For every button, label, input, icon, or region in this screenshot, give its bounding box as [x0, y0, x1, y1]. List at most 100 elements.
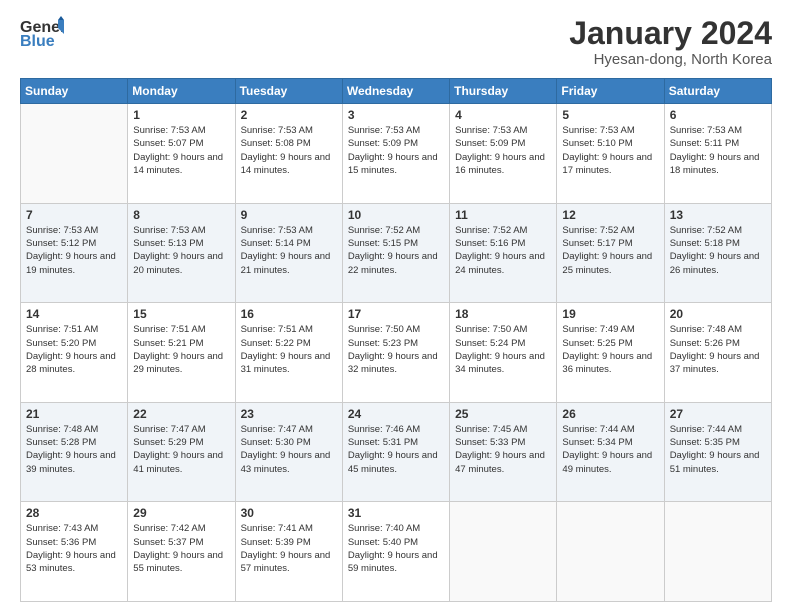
sunrise-time: Sunrise: 7:41 AM: [241, 523, 313, 534]
logo: General Blue: [20, 16, 64, 57]
day-number: 24: [348, 407, 444, 421]
day-info: Sunrise: 7:40 AM Sunset: 5:40 PM Dayligh…: [348, 522, 444, 575]
calendar-cell: 3 Sunrise: 7:53 AM Sunset: 5:09 PM Dayli…: [342, 104, 449, 204]
sunset-time: Sunset: 5:36 PM: [26, 537, 96, 548]
day-number: 7: [26, 208, 122, 222]
calendar-cell: 4 Sunrise: 7:53 AM Sunset: 5:09 PM Dayli…: [450, 104, 557, 204]
daylight-hours: Daylight: 9 hours and 41 minutes.: [133, 450, 223, 474]
sunrise-time: Sunrise: 7:51 AM: [241, 324, 313, 335]
sunrise-time: Sunrise: 7:53 AM: [241, 225, 313, 236]
sunset-time: Sunset: 5:37 PM: [133, 537, 203, 548]
day-number: 4: [455, 108, 551, 122]
day-number: 11: [455, 208, 551, 222]
daylight-hours: Daylight: 9 hours and 36 minutes.: [562, 351, 652, 375]
calendar-cell: 22 Sunrise: 7:47 AM Sunset: 5:29 PM Dayl…: [128, 402, 235, 502]
title-block: January 2024 Hyesan-dong, North Korea: [569, 16, 772, 68]
day-info: Sunrise: 7:53 AM Sunset: 5:08 PM Dayligh…: [241, 124, 337, 177]
sunset-time: Sunset: 5:30 PM: [241, 437, 311, 448]
day-number: 1: [133, 108, 229, 122]
calendar-cell: 10 Sunrise: 7:52 AM Sunset: 5:15 PM Dayl…: [342, 203, 449, 303]
daylight-hours: Daylight: 9 hours and 57 minutes.: [241, 550, 331, 574]
daylight-hours: Daylight: 9 hours and 28 minutes.: [26, 351, 116, 375]
sunset-time: Sunset: 5:11 PM: [670, 138, 740, 149]
day-info: Sunrise: 7:53 AM Sunset: 5:10 PM Dayligh…: [562, 124, 658, 177]
sunset-time: Sunset: 5:23 PM: [348, 338, 418, 349]
sunrise-time: Sunrise: 7:52 AM: [455, 225, 527, 236]
daylight-hours: Daylight: 9 hours and 31 minutes.: [241, 351, 331, 375]
day-header-tuesday: Tuesday: [235, 79, 342, 104]
sunrise-time: Sunrise: 7:47 AM: [133, 424, 205, 435]
sunrise-time: Sunrise: 7:53 AM: [133, 125, 205, 136]
daylight-hours: Daylight: 9 hours and 59 minutes.: [348, 550, 438, 574]
day-number: 10: [348, 208, 444, 222]
daylight-hours: Daylight: 9 hours and 20 minutes.: [133, 251, 223, 275]
sunset-time: Sunset: 5:15 PM: [348, 238, 418, 249]
sunset-time: Sunset: 5:29 PM: [133, 437, 203, 448]
calendar-cell: 16 Sunrise: 7:51 AM Sunset: 5:22 PM Dayl…: [235, 303, 342, 403]
day-header-saturday: Saturday: [664, 79, 771, 104]
daylight-hours: Daylight: 9 hours and 24 minutes.: [455, 251, 545, 275]
sunrise-time: Sunrise: 7:53 AM: [455, 125, 527, 136]
calendar-cell: 26 Sunrise: 7:44 AM Sunset: 5:34 PM Dayl…: [557, 402, 664, 502]
daylight-hours: Daylight: 9 hours and 37 minutes.: [670, 351, 760, 375]
day-info: Sunrise: 7:52 AM Sunset: 5:17 PM Dayligh…: [562, 224, 658, 277]
sunset-time: Sunset: 5:09 PM: [455, 138, 525, 149]
calendar-cell: 28 Sunrise: 7:43 AM Sunset: 5:36 PM Dayl…: [21, 502, 128, 602]
sunset-time: Sunset: 5:16 PM: [455, 238, 525, 249]
sunrise-time: Sunrise: 7:53 AM: [562, 125, 634, 136]
daylight-hours: Daylight: 9 hours and 34 minutes.: [455, 351, 545, 375]
sunset-time: Sunset: 5:39 PM: [241, 537, 311, 548]
day-number: 23: [241, 407, 337, 421]
daylight-hours: Daylight: 9 hours and 22 minutes.: [348, 251, 438, 275]
calendar-cell: 9 Sunrise: 7:53 AM Sunset: 5:14 PM Dayli…: [235, 203, 342, 303]
sunset-time: Sunset: 5:20 PM: [26, 338, 96, 349]
sunset-time: Sunset: 5:25 PM: [562, 338, 632, 349]
day-header-monday: Monday: [128, 79, 235, 104]
day-info: Sunrise: 7:42 AM Sunset: 5:37 PM Dayligh…: [133, 522, 229, 575]
day-number: 2: [241, 108, 337, 122]
logo-icon: General Blue: [20, 16, 64, 57]
sunset-time: Sunset: 5:09 PM: [348, 138, 418, 149]
day-info: Sunrise: 7:53 AM Sunset: 5:11 PM Dayligh…: [670, 124, 766, 177]
sunset-time: Sunset: 5:07 PM: [133, 138, 203, 149]
day-info: Sunrise: 7:53 AM Sunset: 5:09 PM Dayligh…: [348, 124, 444, 177]
daylight-hours: Daylight: 9 hours and 43 minutes.: [241, 450, 331, 474]
sunrise-time: Sunrise: 7:53 AM: [670, 125, 742, 136]
day-number: 27: [670, 407, 766, 421]
calendar-cell: 11 Sunrise: 7:52 AM Sunset: 5:16 PM Dayl…: [450, 203, 557, 303]
calendar-cell: 8 Sunrise: 7:53 AM Sunset: 5:13 PM Dayli…: [128, 203, 235, 303]
day-number: 8: [133, 208, 229, 222]
day-number: 15: [133, 307, 229, 321]
sunset-time: Sunset: 5:35 PM: [670, 437, 740, 448]
day-number: 5: [562, 108, 658, 122]
day-number: 3: [348, 108, 444, 122]
day-number: 16: [241, 307, 337, 321]
day-number: 29: [133, 506, 229, 520]
sunset-time: Sunset: 5:18 PM: [670, 238, 740, 249]
calendar-cell: 17 Sunrise: 7:50 AM Sunset: 5:23 PM Dayl…: [342, 303, 449, 403]
calendar-cell: 30 Sunrise: 7:41 AM Sunset: 5:39 PM Dayl…: [235, 502, 342, 602]
calendar-cell: 15 Sunrise: 7:51 AM Sunset: 5:21 PM Dayl…: [128, 303, 235, 403]
sunrise-time: Sunrise: 7:48 AM: [670, 324, 742, 335]
daylight-hours: Daylight: 9 hours and 26 minutes.: [670, 251, 760, 275]
calendar-cell: [21, 104, 128, 204]
daylight-hours: Daylight: 9 hours and 39 minutes.: [26, 450, 116, 474]
daylight-hours: Daylight: 9 hours and 55 minutes.: [133, 550, 223, 574]
day-number: 19: [562, 307, 658, 321]
calendar-cell: 21 Sunrise: 7:48 AM Sunset: 5:28 PM Dayl…: [21, 402, 128, 502]
sunset-time: Sunset: 5:24 PM: [455, 338, 525, 349]
daylight-hours: Daylight: 9 hours and 29 minutes.: [133, 351, 223, 375]
sunset-time: Sunset: 5:21 PM: [133, 338, 203, 349]
daylight-hours: Daylight: 9 hours and 49 minutes.: [562, 450, 652, 474]
calendar-cell: 6 Sunrise: 7:53 AM Sunset: 5:11 PM Dayli…: [664, 104, 771, 204]
day-info: Sunrise: 7:52 AM Sunset: 5:16 PM Dayligh…: [455, 224, 551, 277]
day-info: Sunrise: 7:48 AM Sunset: 5:28 PM Dayligh…: [26, 423, 122, 476]
calendar-cell: 18 Sunrise: 7:50 AM Sunset: 5:24 PM Dayl…: [450, 303, 557, 403]
day-number: 22: [133, 407, 229, 421]
day-info: Sunrise: 7:46 AM Sunset: 5:31 PM Dayligh…: [348, 423, 444, 476]
sunset-time: Sunset: 5:14 PM: [241, 238, 311, 249]
day-info: Sunrise: 7:52 AM Sunset: 5:18 PM Dayligh…: [670, 224, 766, 277]
day-header-friday: Friday: [557, 79, 664, 104]
daylight-hours: Daylight: 9 hours and 18 minutes.: [670, 152, 760, 176]
calendar-cell: 7 Sunrise: 7:53 AM Sunset: 5:12 PM Dayli…: [21, 203, 128, 303]
